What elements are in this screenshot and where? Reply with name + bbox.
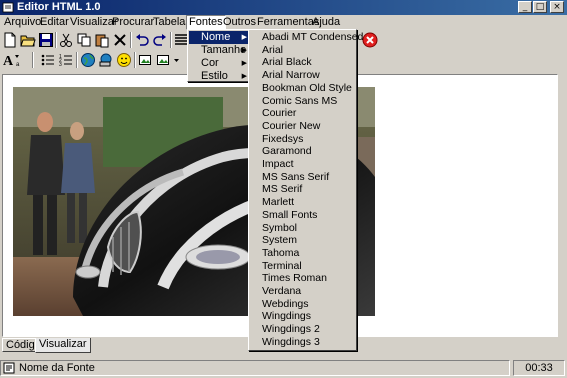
submenu-arrow-icon: ▶ <box>241 73 247 80</box>
undo-icon[interactable] <box>134 32 150 48</box>
font-name-item[interactable]: Terminal <box>250 260 354 273</box>
copy-icon[interactable] <box>76 32 92 48</box>
font-name-item[interactable]: Arial Narrow <box>250 69 354 82</box>
globe-icon[interactable] <box>80 52 96 68</box>
font-name-item[interactable]: Small Fonts <box>250 209 354 222</box>
svg-text:a: a <box>16 62 20 68</box>
font-name-item[interactable]: Wingdings 2 <box>250 323 354 336</box>
minimize-button[interactable]: _ <box>518 1 532 13</box>
fontes-menu: Nome ▶ Tamanho ▶ Cor ▶ Estilo ▶ <box>187 29 253 82</box>
menu-outros[interactable]: Outros <box>221 16 258 29</box>
font-name-item[interactable]: Symbol <box>250 222 354 235</box>
app-icon <box>2 2 14 13</box>
font-name-item[interactable]: Courier <box>250 107 354 120</box>
status-time-panel: 00:33 <box>513 360 565 376</box>
link-icon[interactable] <box>98 52 114 68</box>
close-button[interactable]: × <box>550 1 564 13</box>
open-icon[interactable] <box>20 32 36 48</box>
new-icon[interactable] <box>2 32 18 48</box>
font-name-item[interactable]: Arial Black <box>250 56 354 69</box>
menu-item-cor-label: Cor <box>201 57 219 69</box>
paste-icon[interactable] <box>94 32 110 48</box>
toolbar-separator <box>134 52 136 68</box>
menu-item-estilo-label: Estilo <box>201 70 228 82</box>
font-name-item[interactable]: Verdana <box>250 285 354 298</box>
menu-item-cor[interactable]: Cor ▶ <box>189 57 251 70</box>
font-name-item[interactable]: MS Sans Serif <box>250 171 354 184</box>
image-icon[interactable] <box>138 52 154 68</box>
toolbar-separator <box>32 52 34 68</box>
submenu-arrow-icon: ▶ <box>241 47 247 54</box>
font-name-item[interactable]: Bookman Old Style <box>250 82 354 95</box>
menu-item-nome-label: Nome <box>201 31 231 43</box>
menu-item-tamanho[interactable]: Tamanho ▶ <box>189 44 251 57</box>
status-message-panel: Nome da Fonte <box>0 360 510 376</box>
font-name-menu: Abadi MT Condensed Arial Arial Black Arial … <box>248 29 363 351</box>
font-name-item[interactable]: Tahoma <box>250 247 354 260</box>
submenu-arrow-icon: ▶ <box>241 60 247 67</box>
menu-ajuda[interactable]: Ajuda <box>310 16 342 29</box>
font-name-item[interactable]: Fixedsys <box>250 133 354 146</box>
svg-text:A: A <box>3 54 14 68</box>
menu-item-estilo[interactable]: Estilo ▶ <box>189 70 251 83</box>
redo-icon[interactable] <box>152 32 168 48</box>
svg-text:3: 3 <box>59 62 62 68</box>
menu-bar: Arquivo Editar Visualizar Procurar Tabel… <box>0 15 567 30</box>
font-name-item[interactable]: Impact <box>250 158 354 171</box>
status-text: Nome da Fonte <box>19 362 95 374</box>
delete-icon[interactable] <box>112 32 128 48</box>
font-name-item[interactable]: System <box>250 234 354 247</box>
window-title: Editor HTML 1.0 <box>17 1 101 13</box>
bullet-list-icon[interactable] <box>40 52 56 68</box>
image-dropdown-icon[interactable] <box>156 52 182 68</box>
maximize-button[interactable]: □ <box>533 1 547 13</box>
cut-icon[interactable] <box>58 32 74 48</box>
menu-item-nome[interactable]: Nome ▶ <box>189 31 251 44</box>
font-name-item[interactable]: Comic Sans MS <box>250 95 354 108</box>
status-icon <box>3 362 15 374</box>
save-icon[interactable] <box>38 32 54 48</box>
font-name-item[interactable]: MS Serif <box>250 183 354 196</box>
font-name-item[interactable]: Courier New <box>250 120 354 133</box>
stop-icon[interactable] <box>362 32 378 48</box>
status-bar: Nome da Fonte 00:33 <box>0 358 567 378</box>
toolbar-separator <box>55 32 57 48</box>
menu-item-tamanho-label: Tamanho <box>201 44 247 56</box>
menu-fontes[interactable]: Fontes <box>186 15 226 30</box>
numbered-list-icon[interactable]: 123 <box>58 52 74 68</box>
tab-visualizar[interactable]: Visualizar <box>35 338 91 353</box>
font-size-icon[interactable]: Aa <box>2 52 22 68</box>
toolbar-separator <box>130 32 132 48</box>
submenu-arrow-icon: ▶ <box>241 34 247 41</box>
toolbar-separator <box>170 32 172 48</box>
font-name-item[interactable]: Webdings <box>250 298 354 311</box>
toolbar-separator <box>76 52 78 68</box>
menu-editar[interactable]: Editar <box>38 16 71 29</box>
font-name-item[interactable]: Arial <box>250 44 354 57</box>
font-name-item[interactable]: Wingdings 3 <box>250 336 354 349</box>
menu-procurar[interactable]: Procurar <box>110 16 156 29</box>
title-bar: Editor HTML 1.0 _ □ × <box>0 0 567 15</box>
status-time: 00:33 <box>525 362 553 374</box>
font-name-item[interactable]: Times Roman <box>250 272 354 285</box>
font-name-item[interactable]: Garamond <box>250 145 354 158</box>
font-name-item[interactable]: Marlett <box>250 196 354 209</box>
font-name-item[interactable]: Wingdings <box>250 310 354 323</box>
smiley-icon[interactable] <box>116 52 132 68</box>
font-name-item[interactable]: Abadi MT Condensed <box>250 31 363 44</box>
